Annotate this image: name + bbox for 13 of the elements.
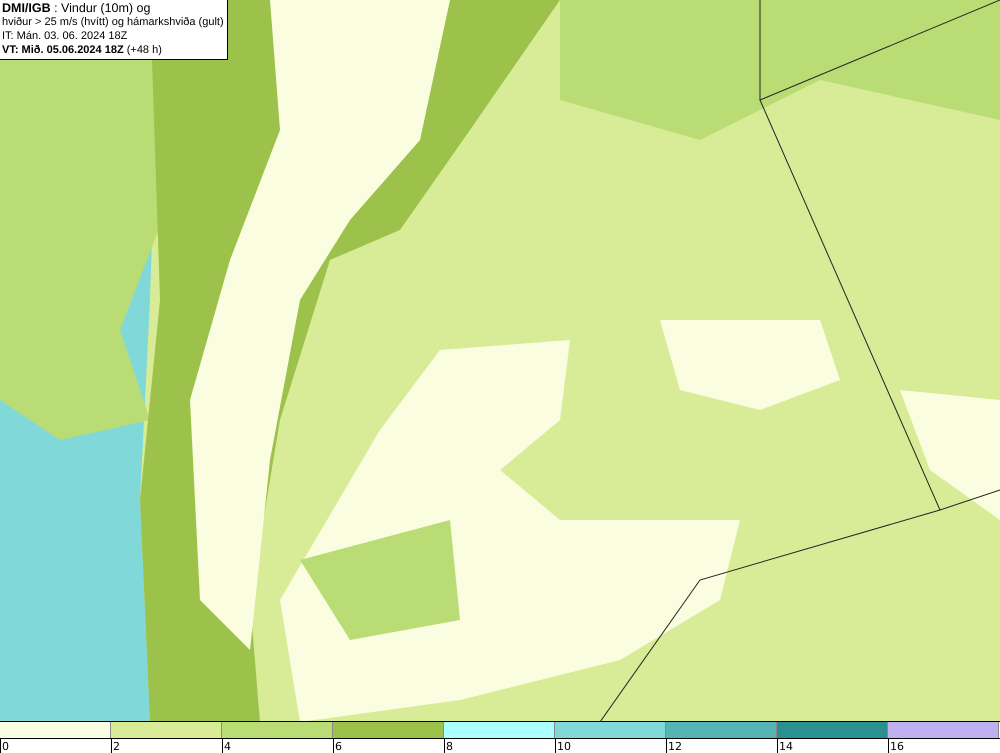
caption-line: VT: Mið. 05.06.2024 18Z (+48 h): [2, 43, 163, 57]
scale-label: 6: [335, 741, 342, 753]
scale-label: 14: [779, 741, 793, 753]
scale-label: 16: [890, 741, 904, 753]
caption-line: IT: Mán. 03. 06. 2024 18Z: [2, 29, 128, 43]
scale-label: 10: [557, 741, 571, 753]
scale-label: 0: [2, 741, 9, 753]
scale-label: 8: [446, 741, 453, 753]
caption-line: hviður > 25 m/s (hvítt) og hámarkshviða (gult): [2, 15, 224, 29]
scale-label: 4: [224, 741, 231, 753]
scale-label: 2: [113, 741, 120, 753]
caption-line: DMI/IGB : Vindur (10m) og: [2, 1, 152, 15]
scale-label: 12: [668, 741, 682, 753]
